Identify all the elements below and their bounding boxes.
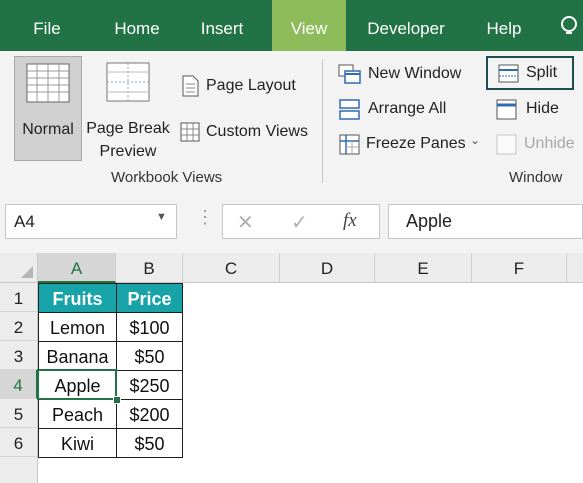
row-header-7[interactable]: [0, 457, 38, 483]
select-all-corner[interactable]: [0, 253, 38, 283]
lightbulb-icon[interactable]: [555, 14, 583, 40]
page-layout-icon: [182, 75, 199, 97]
hide-label: Hide: [526, 100, 559, 117]
row-header-2[interactable]: 2: [0, 312, 38, 341]
formula-bar-area: A4 ▼ ⋮ ✕ ✓ fx Apple: [0, 189, 583, 253]
page-layout-button[interactable]: Page Layout: [178, 75, 308, 101]
tab-view[interactable]: View: [272, 0, 346, 51]
split-icon: [498, 64, 519, 83]
cell-b5[interactable]: $200: [116, 399, 183, 429]
unhide-label: Unhide: [524, 135, 575, 152]
cell-a3[interactable]: Banana: [38, 341, 117, 371]
page-break-preview-button[interactable]: Page Break Preview: [84, 56, 172, 161]
formula-input-value: Apple: [406, 211, 453, 231]
column-header-a[interactable]: A: [38, 253, 116, 283]
column-header-g[interactable]: [567, 253, 583, 283]
normal-view-button[interactable]: Normal: [14, 56, 82, 161]
tab-home[interactable]: Home: [100, 0, 174, 51]
workbook-views-group-label: Workbook Views: [111, 169, 223, 186]
custom-views-button[interactable]: Custom Views: [178, 121, 318, 147]
cell-a1[interactable]: Fruits: [38, 283, 117, 313]
tab-insert[interactable]: Insert: [188, 0, 256, 51]
enter-icon[interactable]: ✓: [291, 210, 308, 235]
cell-b3[interactable]: $50: [116, 341, 183, 371]
select-all-icon: [21, 266, 33, 278]
tab-help[interactable]: Help: [474, 0, 534, 51]
column-header-e[interactable]: E: [375, 253, 472, 283]
normal-label: Normal: [22, 121, 74, 138]
worksheet-grid[interactable]: A B C D E F 1 2 3 4 5 6 Fruits Price Lem…: [0, 253, 583, 483]
window-group-label: Window: [509, 169, 563, 186]
row-header-4[interactable]: 4: [0, 370, 38, 399]
active-cell-selection: [37, 369, 117, 400]
arrange-all-icon: [339, 99, 360, 120]
page-break-label-1: Page Break: [86, 120, 170, 137]
grip-dots-icon: ⋮: [196, 207, 214, 227]
row-header-3[interactable]: 3: [0, 341, 38, 370]
arrange-all-button[interactable]: Arrange All: [338, 98, 468, 124]
cell-b1[interactable]: Price: [116, 283, 183, 313]
page-break-label-2: Preview: [99, 143, 157, 160]
cell-a2[interactable]: Lemon: [38, 312, 117, 342]
row-header-6[interactable]: 6: [0, 428, 38, 457]
cell-a6[interactable]: Kiwi: [38, 428, 117, 458]
ribbon: Normal Page Break Preview Page Layout Cu…: [0, 51, 583, 190]
split-label: Split: [526, 64, 558, 81]
row-header-5[interactable]: 5: [0, 399, 38, 428]
new-window-label: New Window: [368, 65, 462, 82]
hide-button[interactable]: Hide: [496, 98, 576, 124]
cancel-icon[interactable]: ✕: [237, 210, 254, 235]
column-header-d[interactable]: D: [280, 253, 375, 283]
formula-buttons: ✕ ✓ fx: [222, 204, 380, 239]
page-layout-label: Page Layout: [206, 77, 296, 94]
custom-views-label: Custom Views: [206, 123, 308, 140]
freeze-panes-label: Freeze Panes: [366, 135, 466, 152]
tab-file[interactable]: File: [17, 0, 77, 51]
cell-b4[interactable]: $250: [116, 370, 183, 400]
ribbon-tab-bar: File Home Insert View Developer Help: [0, 0, 583, 51]
name-box-value: A4: [14, 212, 35, 231]
insert-function-icon[interactable]: fx: [343, 210, 357, 232]
freeze-panes-icon: [339, 134, 360, 155]
row-header-1[interactable]: 1: [0, 283, 38, 312]
name-box-dropdown-icon[interactable]: ▼: [156, 211, 167, 223]
unhide-icon: [496, 134, 517, 155]
group-divider: [322, 59, 323, 183]
name-box[interactable]: A4 ▼: [5, 204, 177, 239]
split-button[interactable]: Split: [486, 56, 574, 90]
cell-a5[interactable]: Peach: [38, 399, 117, 429]
fill-handle[interactable]: [113, 396, 121, 404]
custom-views-icon: [180, 122, 200, 142]
new-window-icon: [338, 64, 361, 84]
unhide-button[interactable]: Unhide: [496, 133, 582, 159]
arrange-all-label: Arrange All: [368, 100, 447, 117]
cell-b6[interactable]: $50: [116, 428, 183, 458]
formula-input[interactable]: Apple: [388, 204, 583, 239]
new-window-button[interactable]: New Window: [338, 63, 480, 89]
chevron-down-icon: ⌄: [470, 133, 481, 147]
tab-developer[interactable]: Developer: [356, 0, 456, 51]
normal-view-icon: [26, 63, 70, 103]
column-header-b[interactable]: B: [116, 253, 183, 283]
column-header-f[interactable]: F: [472, 253, 567, 283]
freeze-panes-button[interactable]: Freeze Panes ⌄: [338, 133, 488, 159]
column-header-c[interactable]: C: [183, 253, 280, 283]
hide-icon: [496, 99, 517, 120]
cell-b2[interactable]: $100: [116, 312, 183, 342]
page-break-preview-icon: [106, 62, 150, 102]
